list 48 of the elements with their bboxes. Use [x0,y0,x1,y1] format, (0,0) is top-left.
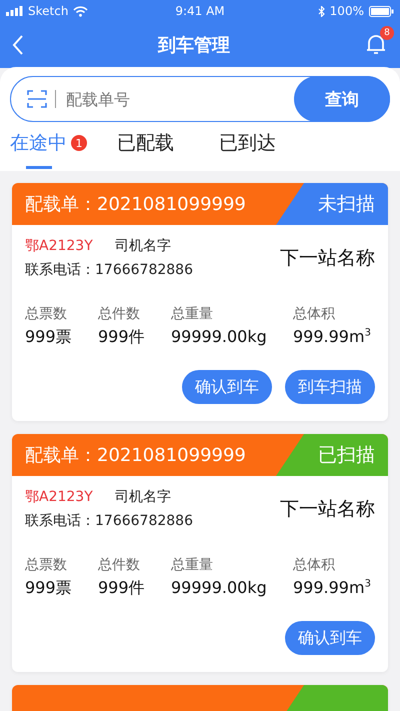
status-time: 9:41 AM [175,4,225,18]
stat-label: 总重量 [171,305,214,323]
contact-phone: 联系电话：17666782886 [25,261,193,279]
stat-label: 总体积 [293,305,336,323]
stat-value: 99999.00kg [171,327,268,346]
action-button[interactable]: 到车扫描 [285,370,375,404]
scan-icon [27,90,47,108]
driver-name: 司机名字 [114,488,171,506]
back-icon [12,35,24,55]
notification-badge: 8 [380,26,394,40]
signal-icon [6,6,23,16]
stat-value: 99999.00kg [171,578,268,597]
scan-status: 未扫描 [276,183,388,225]
tab[interactable]: 在途中 1 [10,130,87,169]
plate-number: 鄂A2123Y [25,237,93,255]
search-field[interactable]: 配载单号 查询 [10,76,390,122]
stat-label: 总重量 [171,556,214,574]
order-number: 配载单：2021081099999 [24,193,246,216]
stat-value: 999票 [25,327,73,348]
battery-percent: 100% [330,4,364,18]
stat-label: 总体积 [293,556,336,574]
tab[interactable]: 已配载 [117,130,189,169]
stat-value: 999件 [98,578,146,599]
driver-name: 司机名字 [114,237,171,255]
next-station: 下一站名称 [280,246,375,271]
stat-value: 999件 [98,327,146,348]
battery-icon [368,6,394,16]
stat-label: 总件数 [98,305,141,323]
scan-status: 已扫描 [276,434,388,476]
stat-value: 999.99m$^{3}$ [293,578,372,597]
tab-badge: 1 [71,135,87,151]
bluetooth-icon [318,6,325,16]
stat-label: 总票数 [25,305,68,323]
order-number: 配载单：2021081099999 [24,444,246,467]
action-button[interactable]: 确认到车 [182,370,272,404]
stat-label: 总件数 [98,556,141,574]
page-title: 到车管理 [158,34,230,57]
contact-phone: 联系电话：17666782886 [25,512,193,530]
next-station: 下一站名称 [280,497,375,522]
action-button[interactable]: 确认到车 [285,621,375,655]
wifi-icon [73,6,88,16]
stat-value: 999票 [25,578,73,599]
carrier-name: Sketch [28,4,68,18]
stat-label: 总票数 [25,556,68,574]
query-button[interactable]: 查询 [294,76,390,122]
stat-value: 999.99m$^{3}$ [293,327,372,346]
plate-number: 鄂A2123Y [25,488,93,506]
tab[interactable]: 已到达 [219,130,291,169]
